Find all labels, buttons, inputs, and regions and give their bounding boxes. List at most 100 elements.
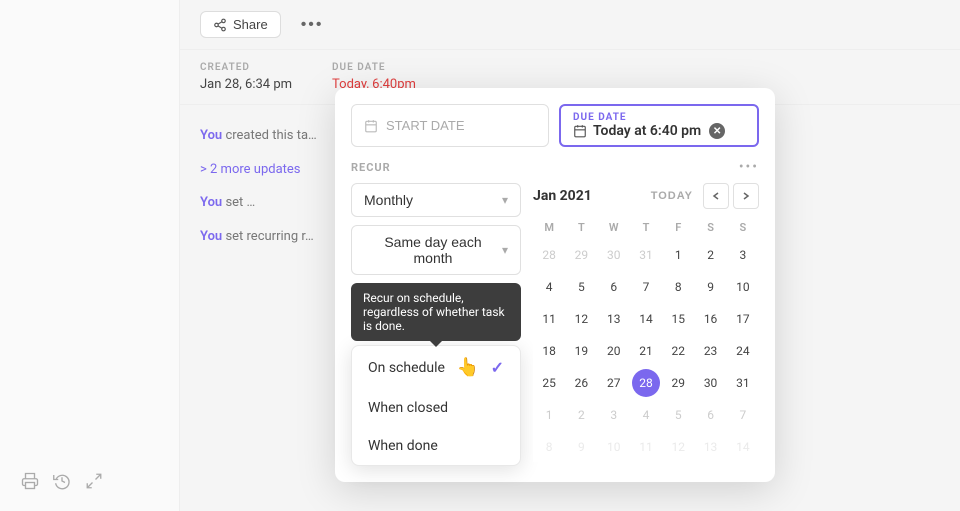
- when-closed-label: When closed: [368, 400, 448, 416]
- cal-day[interactable]: 9: [567, 433, 595, 461]
- due-date-label: DUE DATE: [332, 62, 416, 73]
- print-icon[interactable]: [20, 471, 40, 491]
- cal-day[interactable]: 30: [600, 241, 628, 269]
- cal-day[interactable]: 2: [567, 401, 595, 429]
- cal-day[interactable]: 14: [632, 305, 660, 333]
- cal-day[interactable]: 31: [729, 369, 757, 397]
- cal-day[interactable]: 12: [567, 305, 595, 333]
- activity-text-1: created this ta…: [225, 128, 316, 143]
- monthly-chevron-icon: ▾: [502, 193, 508, 207]
- cal-day[interactable]: 1: [664, 241, 692, 269]
- cal-day[interactable]: 31: [632, 241, 660, 269]
- recur-more-button[interactable]: •••: [739, 159, 759, 175]
- cal-day[interactable]: 5: [567, 273, 595, 301]
- clear-due-date-button[interactable]: ✕: [709, 123, 725, 139]
- today-button[interactable]: TODAY: [645, 188, 699, 204]
- due-date-btn-label: DUE DATE: [573, 112, 745, 123]
- cal-day[interactable]: 13: [697, 433, 725, 461]
- cal-day[interactable]: 24: [729, 337, 757, 365]
- cal-day[interactable]: 2: [697, 241, 725, 269]
- when-done-label: When done: [368, 438, 438, 454]
- you-label-3: You: [200, 229, 222, 244]
- calendar: Jan 2021 TODAY M T: [533, 183, 759, 462]
- start-date-button[interactable]: START DATE: [351, 104, 549, 147]
- you-label-1: You: [200, 128, 222, 143]
- on-schedule-label: On schedule: [368, 360, 445, 376]
- cal-day[interactable]: 30: [697, 369, 725, 397]
- prev-month-button[interactable]: [703, 183, 729, 209]
- cal-day[interactable]: 29: [567, 241, 595, 269]
- monthly-dropdown[interactable]: Monthly ▾: [351, 183, 521, 217]
- menu-item-on-schedule[interactable]: On schedule 👆 ✓: [352, 346, 520, 389]
- cal-day[interactable]: 1: [535, 401, 563, 429]
- share-button[interactable]: Share: [200, 11, 281, 38]
- calendar-grid: M T W T F S S 28 29 30 31 1: [533, 219, 759, 462]
- cal-day[interactable]: 7: [729, 401, 757, 429]
- calendar-panel: Jan 2021 TODAY M T: [533, 183, 759, 466]
- day-header-t1: T: [565, 219, 597, 236]
- menu-item-when-closed[interactable]: When closed: [352, 389, 520, 427]
- recur-mode-menu: On schedule 👆 ✓ When closed When done: [351, 345, 521, 466]
- cal-day[interactable]: 15: [664, 305, 692, 333]
- calendar-week-0: 28 29 30 31 1 2 3: [533, 240, 759, 270]
- cal-day[interactable]: 28: [535, 241, 563, 269]
- cal-day[interactable]: 22: [664, 337, 692, 365]
- cal-day[interactable]: 3: [729, 241, 757, 269]
- cal-day[interactable]: 6: [697, 401, 725, 429]
- cal-day[interactable]: 7: [632, 273, 660, 301]
- calendar-header: Jan 2021 TODAY: [533, 183, 759, 209]
- cal-day[interactable]: 17: [729, 305, 757, 333]
- cal-day[interactable]: 9: [697, 273, 725, 301]
- cal-day[interactable]: 27: [600, 369, 628, 397]
- sidebar-icons: [20, 471, 104, 491]
- cal-day[interactable]: 6: [600, 273, 628, 301]
- cal-day[interactable]: 29: [664, 369, 692, 397]
- calendar-nav: TODAY: [645, 183, 759, 209]
- share-label: Share: [233, 17, 268, 32]
- cal-day[interactable]: 11: [632, 433, 660, 461]
- cal-day[interactable]: 26: [567, 369, 595, 397]
- cal-day[interactable]: 14: [729, 433, 757, 461]
- cal-day[interactable]: 3: [600, 401, 628, 429]
- history-icon[interactable]: [52, 471, 72, 491]
- activity-text-2: set …: [225, 195, 255, 210]
- tooltip-text: Recur on schedule, regardless of whether…: [363, 291, 505, 333]
- cal-day[interactable]: 18: [535, 337, 563, 365]
- cal-day[interactable]: 23: [697, 337, 725, 365]
- cal-day[interactable]: 20: [600, 337, 628, 365]
- cal-day[interactable]: 25: [535, 369, 563, 397]
- monthly-label: Monthly: [364, 192, 413, 208]
- cal-day[interactable]: 13: [600, 305, 628, 333]
- cal-day[interactable]: 10: [600, 433, 628, 461]
- activity-text-3: set recurring r…: [225, 229, 313, 244]
- on-schedule-check-icon: ✓: [491, 358, 504, 377]
- cal-day[interactable]: 10: [729, 273, 757, 301]
- expand-icon[interactable]: [84, 471, 104, 491]
- cal-day[interactable]: 5: [664, 401, 692, 429]
- cal-day[interactable]: 21: [632, 337, 660, 365]
- cal-day[interactable]: 4: [632, 401, 660, 429]
- calendar-week-4: 25 26 27 28 29 30 31: [533, 368, 759, 398]
- cal-day[interactable]: 11: [535, 305, 563, 333]
- cal-day[interactable]: 8: [664, 273, 692, 301]
- due-date-button[interactable]: DUE DATE Today at 6:40 pm ✕: [559, 104, 759, 147]
- day-header-m: M: [533, 219, 565, 236]
- day-header-t2: T: [630, 219, 662, 236]
- cal-day[interactable]: 8: [535, 433, 563, 461]
- on-schedule-cursor: 👆: [457, 357, 479, 378]
- cal-day[interactable]: 16: [697, 305, 725, 333]
- cal-day[interactable]: 4: [535, 273, 563, 301]
- next-month-button[interactable]: [733, 183, 759, 209]
- cal-day[interactable]: 12: [664, 433, 692, 461]
- more-button[interactable]: •••: [293, 11, 332, 39]
- menu-item-when-done[interactable]: When done: [352, 427, 520, 465]
- you-label-2: You: [200, 195, 222, 210]
- same-day-dropdown[interactable]: Same day each month ▾: [351, 225, 521, 275]
- date-picker-popup: START DATE DUE DATE Today at 6:40 pm ✕ R…: [335, 88, 775, 482]
- due-date-btn-value: Today at 6:40 pm ✕: [573, 123, 745, 139]
- popup-date-row: START DATE DUE DATE Today at 6:40 pm ✕: [351, 104, 759, 147]
- cal-day[interactable]: 19: [567, 337, 595, 365]
- cal-day-selected[interactable]: 28: [632, 369, 660, 397]
- start-date-placeholder: START DATE: [386, 118, 465, 133]
- same-day-chevron-icon: ▾: [502, 243, 508, 257]
